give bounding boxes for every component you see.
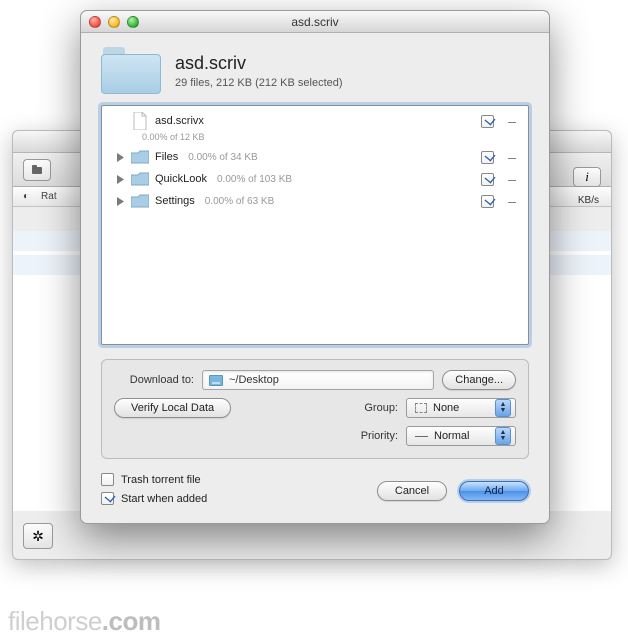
titlebar[interactable]: asd.scriv [81, 11, 549, 33]
group-popup[interactable]: None ▲▼ [406, 398, 516, 418]
file-row[interactable]: Files 0.00% of 34 KB – [102, 146, 528, 168]
file-name: asd.scrivx [155, 115, 204, 127]
verify-local-data-button[interactable]: Verify Local Data [114, 398, 231, 418]
watermark: filehorse.com [8, 606, 160, 637]
disclosure-triangle-icon[interactable] [116, 197, 125, 206]
dialog-footer: Trash torrent file Start when added Canc… [81, 459, 549, 523]
bg-kbs-label: KB/s [578, 195, 599, 206]
file-checkbox[interactable] [481, 115, 494, 128]
stepper-arrows-icon: ▲▼ [495, 399, 511, 417]
change-location-button[interactable]: Change... [442, 370, 516, 390]
disclosure-triangle-icon[interactable] [116, 153, 125, 162]
group-none-icon [415, 403, 427, 413]
trash-torrent-checkbox[interactable] [101, 473, 114, 486]
start-when-added-label: Start when added [121, 493, 207, 505]
file-row[interactable]: QuickLook 0.00% of 103 KB – [102, 168, 528, 190]
download-path-display: ~/Desktop [202, 370, 434, 390]
bg-toolbar-button-open[interactable] [23, 159, 51, 181]
folder-icon [131, 148, 149, 166]
file-name: Files [155, 151, 178, 163]
file-priority-indicator[interactable]: – [506, 174, 518, 184]
folder-icon [101, 47, 161, 95]
bg-col-rat: Rat [41, 191, 57, 202]
file-name: QuickLook [155, 173, 207, 185]
priority-label: Priority: [361, 430, 398, 442]
folder-icon [131, 170, 149, 188]
folder-icon [131, 192, 149, 210]
group-label: Group: [364, 402, 398, 414]
file-name: Settings [155, 195, 195, 207]
file-row-sub: 0.00% of 12 KB [102, 132, 528, 146]
start-when-added-checkbox-row[interactable]: Start when added [101, 492, 207, 505]
file-progress: 0.00% of 34 KB [188, 152, 258, 163]
bg-info-button[interactable]: i [573, 167, 601, 187]
download-path-text: ~/Desktop [229, 374, 279, 386]
start-when-added-checkbox[interactable] [101, 492, 114, 505]
priority-popup[interactable]: — Normal ▲▼ [406, 426, 516, 446]
file-progress: 0.00% of 63 KB [205, 196, 275, 207]
trash-torrent-label: Trash torrent file [121, 474, 201, 486]
window-title: asd.scriv [81, 15, 549, 29]
file-priority-indicator[interactable]: – [506, 116, 518, 126]
document-icon [131, 112, 149, 130]
disclosure-triangle-icon[interactable] [116, 175, 125, 184]
file-progress: 0.00% of 12 KB [142, 132, 205, 142]
file-list[interactable]: asd.scrivx – 0.00% of 12 KB Files 0.00% … [101, 105, 529, 345]
options-panel: Download to: ~/Desktop Change... Verify … [101, 359, 529, 459]
file-priority-indicator[interactable]: – [506, 152, 518, 162]
group-value: None [433, 402, 459, 414]
add-button[interactable]: Add [459, 481, 529, 501]
torrent-summary: 29 files, 212 KB (212 KB selected) [175, 77, 343, 89]
stepper-arrows-icon: ▲▼ [495, 427, 511, 445]
dialog-header: asd.scriv 29 files, 212 KB (212 KB selec… [81, 33, 549, 105]
desktop-icon [209, 375, 223, 386]
torrent-name: asd.scriv [175, 53, 343, 74]
download-to-label: Download to: [114, 374, 194, 386]
trash-torrent-checkbox-row[interactable]: Trash torrent file [101, 473, 207, 486]
file-row[interactable]: asd.scrivx – [102, 110, 528, 132]
file-row[interactable]: Settings 0.00% of 63 KB – [102, 190, 528, 212]
file-priority-indicator[interactable]: – [506, 196, 518, 206]
cancel-button[interactable]: Cancel [377, 481, 447, 501]
file-checkbox[interactable] [481, 173, 494, 186]
priority-dash-icon: — [415, 432, 428, 440]
file-progress: 0.00% of 103 KB [217, 174, 292, 185]
bg-settings-button[interactable]: ✲ [23, 523, 53, 549]
file-checkbox[interactable] [481, 151, 494, 164]
file-checkbox[interactable] [481, 195, 494, 208]
priority-value: Normal [434, 430, 469, 442]
add-torrent-dialog: asd.scriv asd.scriv 29 files, 212 KB (21… [80, 10, 550, 524]
